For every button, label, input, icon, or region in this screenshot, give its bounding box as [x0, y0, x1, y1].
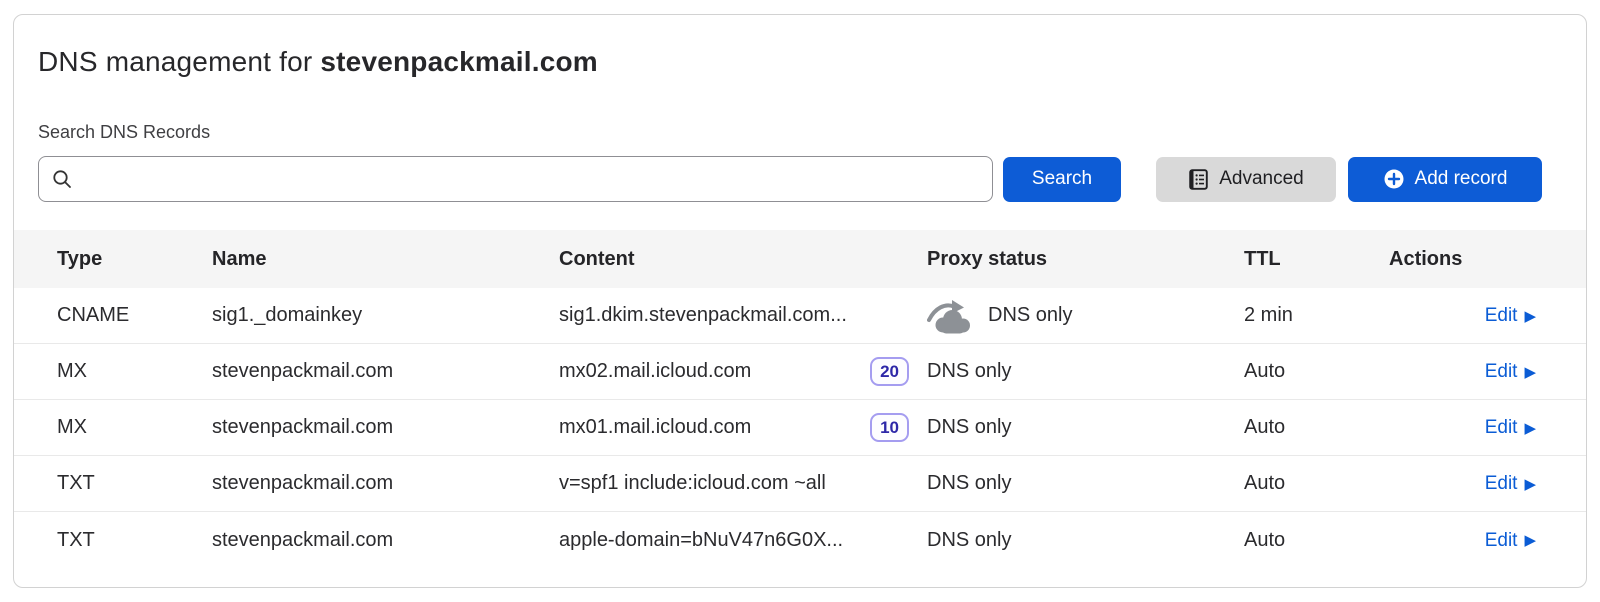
- table-row: TXT stevenpackmail.com apple-domain=bNuV…: [14, 512, 1586, 568]
- dns-only-cloud-arrow-icon: [927, 298, 973, 334]
- priority-badge: 10: [870, 413, 909, 442]
- cell-proxy-status: DNS only: [927, 472, 1244, 495]
- table-row: MX stevenpackmail.com mx01.mail.icloud.c…: [14, 400, 1586, 456]
- dns-management-card: DNS management for stevenpackmail.com Se…: [13, 14, 1587, 588]
- cell-actions: Edit ▶: [1389, 304, 1536, 327]
- search-icon: [51, 168, 73, 190]
- edit-link-label: Edit: [1485, 361, 1518, 383]
- cell-actions: Edit ▶: [1389, 416, 1536, 439]
- cell-ttl: Auto: [1244, 416, 1389, 439]
- proxy-status-label: DNS only: [927, 472, 1011, 495]
- proxy-status-label: DNS only: [927, 360, 1011, 383]
- priority-badge: 20: [870, 357, 909, 386]
- cell-name: stevenpackmail.com: [212, 416, 559, 439]
- advanced-list-icon: [1188, 168, 1209, 191]
- dns-toolbar: Search Advanced Add record: [38, 156, 1542, 202]
- cell-content: mx02.mail.icloud.com 20: [559, 357, 927, 386]
- cell-content: mx01.mail.icloud.com 10: [559, 413, 927, 442]
- column-header-actions: Actions: [1389, 248, 1536, 271]
- cell-ttl: Auto: [1244, 472, 1389, 495]
- edit-link-label: Edit: [1485, 417, 1518, 439]
- edit-link[interactable]: Edit ▶: [1485, 417, 1536, 439]
- add-record-button[interactable]: Add record: [1348, 157, 1542, 202]
- cell-proxy-status: DNS only: [927, 416, 1244, 439]
- page-title-domain: stevenpackmail.com: [320, 46, 598, 77]
- column-header-content: Content: [559, 248, 927, 271]
- edit-arrow-icon: ▶: [1524, 365, 1536, 380]
- table-row: TXT stevenpackmail.com v=spf1 include:ic…: [14, 456, 1586, 512]
- cell-actions: Edit ▶: [1389, 472, 1536, 495]
- record-content: sig1.dkim.stevenpackmail.com...: [559, 304, 847, 327]
- search-label: Search DNS Records: [38, 122, 1586, 143]
- cell-type: CNAME: [57, 304, 212, 327]
- advanced-button[interactable]: Advanced: [1156, 157, 1336, 202]
- record-content: apple-domain=bNuV47n6G0X...: [559, 529, 843, 552]
- record-content: mx02.mail.icloud.com: [559, 360, 751, 383]
- cell-proxy-status: DNS only: [927, 360, 1244, 383]
- add-record-button-label: Add record: [1415, 168, 1508, 190]
- search-button[interactable]: Search: [1003, 157, 1121, 202]
- cell-name: stevenpackmail.com: [212, 360, 559, 383]
- edit-arrow-icon: ▶: [1524, 477, 1536, 492]
- cell-actions: Edit ▶: [1389, 360, 1536, 383]
- proxy-status-label: DNS only: [927, 416, 1011, 439]
- record-content: mx01.mail.icloud.com: [559, 416, 751, 439]
- table-row: MX stevenpackmail.com mx02.mail.icloud.c…: [14, 344, 1586, 400]
- advanced-button-label: Advanced: [1219, 168, 1304, 190]
- cell-name: sig1._domainkey: [212, 304, 559, 327]
- cell-type: TXT: [57, 472, 212, 495]
- edit-link[interactable]: Edit ▶: [1485, 305, 1536, 327]
- table-header-row: Type Name Content Proxy status TTL Actio…: [14, 230, 1586, 288]
- cell-name: stevenpackmail.com: [212, 472, 559, 495]
- cell-ttl: Auto: [1244, 360, 1389, 383]
- cell-type: TXT: [57, 529, 212, 552]
- page-title-prefix: DNS management for: [38, 46, 320, 77]
- column-header-name: Name: [212, 248, 559, 271]
- edit-arrow-icon: ▶: [1524, 533, 1536, 548]
- cell-type: MX: [57, 416, 212, 439]
- plus-circle-icon: [1383, 168, 1405, 190]
- cell-name: stevenpackmail.com: [212, 529, 559, 552]
- proxy-status-label: DNS only: [927, 529, 1011, 552]
- edit-arrow-icon: ▶: [1524, 421, 1536, 436]
- edit-link-label: Edit: [1485, 473, 1518, 495]
- edit-link[interactable]: Edit ▶: [1485, 473, 1536, 495]
- cell-proxy-status: DNS only: [927, 298, 1244, 334]
- search-input-wrapper[interactable]: [38, 156, 993, 202]
- page-title: DNS management for stevenpackmail.com: [38, 46, 1586, 78]
- column-header-proxy-status: Proxy status: [927, 248, 1244, 271]
- cell-proxy-status: DNS only: [927, 529, 1244, 552]
- edit-link-label: Edit: [1485, 530, 1518, 552]
- cell-ttl: Auto: [1244, 529, 1389, 552]
- cell-actions: Edit ▶: [1389, 529, 1536, 552]
- edit-arrow-icon: ▶: [1524, 309, 1536, 324]
- cell-content: sig1.dkim.stevenpackmail.com...: [559, 304, 927, 327]
- edit-link[interactable]: Edit ▶: [1485, 361, 1536, 383]
- column-header-type: Type: [57, 248, 212, 271]
- cell-content: apple-domain=bNuV47n6G0X...: [559, 529, 927, 552]
- dns-records-table-body: CNAME sig1._domainkey sig1.dkim.stevenpa…: [14, 288, 1586, 568]
- cell-ttl: 2 min: [1244, 304, 1389, 327]
- proxy-status-label: DNS only: [988, 304, 1072, 327]
- search-input[interactable]: [81, 169, 980, 190]
- column-header-ttl: TTL: [1244, 248, 1389, 271]
- cell-content: v=spf1 include:icloud.com ~all: [559, 472, 927, 495]
- table-row: CNAME sig1._domainkey sig1.dkim.stevenpa…: [14, 288, 1586, 344]
- edit-link[interactable]: Edit ▶: [1485, 530, 1536, 552]
- edit-link-label: Edit: [1485, 305, 1518, 327]
- cell-type: MX: [57, 360, 212, 383]
- record-content: v=spf1 include:icloud.com ~all: [559, 472, 826, 495]
